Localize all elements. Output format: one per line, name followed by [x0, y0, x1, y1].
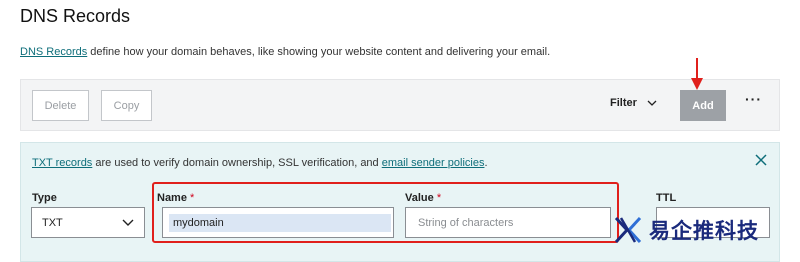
delete-button[interactable]: Delete	[32, 90, 89, 121]
add-button[interactable]: Add	[680, 90, 726, 121]
email-sender-policies-link[interactable]: email sender policies	[382, 157, 485, 169]
filter-dropdown[interactable]: Filter	[610, 97, 657, 109]
chevron-down-icon	[647, 100, 657, 106]
more-icon[interactable]: ···	[745, 91, 762, 107]
intro-description: define how your domain behaves, like sho…	[87, 46, 551, 58]
txt-info-text: TXT records are used to verify domain ow…	[32, 157, 488, 169]
txt-info-end: .	[484, 157, 488, 169]
chevron-down-icon	[122, 219, 134, 226]
dns-records-link[interactable]: DNS Records	[20, 46, 87, 58]
watermark: 易企推科技	[613, 210, 759, 250]
type-label: Type	[32, 192, 57, 204]
close-icon[interactable]	[755, 154, 767, 166]
type-value: TXT	[42, 216, 63, 229]
page-title: DNS Records	[20, 6, 131, 26]
copy-button[interactable]: Copy	[101, 90, 152, 121]
type-select[interactable]: TXT	[31, 207, 145, 238]
txt-records-link[interactable]: TXT records	[32, 157, 92, 169]
watermark-text: 易企推科技	[649, 220, 759, 243]
arrow-down-icon	[691, 58, 703, 90]
intro-text: DNS Records define how your domain behav…	[20, 46, 550, 58]
watermark-logo-icon	[614, 216, 642, 244]
records-toolbar: Delete Copy Filter Add ···	[20, 79, 780, 131]
filter-label: Filter	[610, 97, 637, 109]
annotation-highlight-frame	[152, 182, 619, 243]
txt-info-middle: are used to verify domain ownership, SSL…	[92, 157, 382, 169]
ttl-label: TTL	[656, 192, 677, 204]
